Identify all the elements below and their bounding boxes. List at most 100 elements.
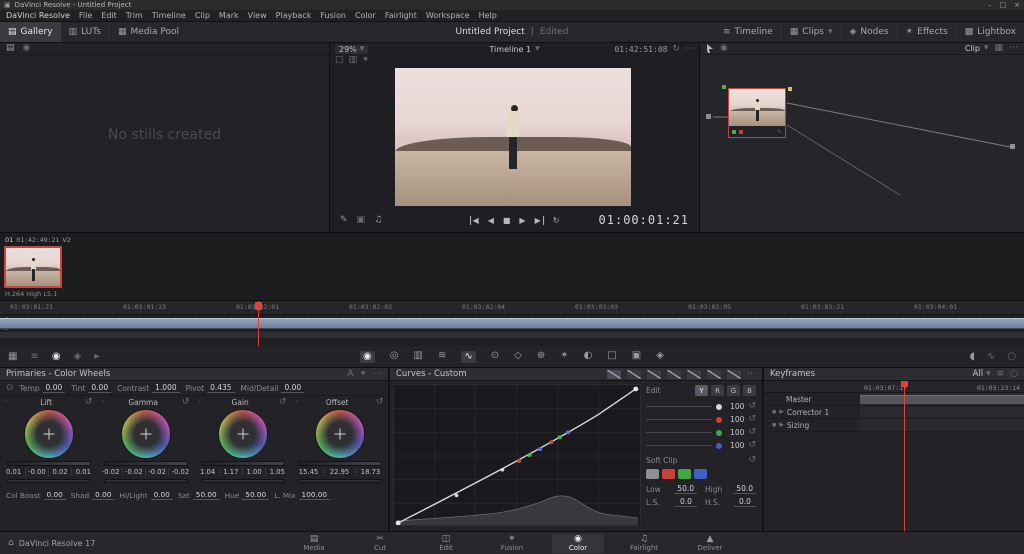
keyframe-info-icon[interactable]: ○ — [1010, 369, 1018, 379]
lift-y-value[interactable]: 0.01 — [3, 468, 25, 476]
hi-light-value[interactable]: 0.00 — [150, 490, 173, 500]
soft-clip-b-button[interactable] — [694, 469, 707, 479]
lift-r-value[interactable]: -0.00 — [24, 468, 48, 476]
node-rgb-input-dot[interactable] — [722, 85, 726, 89]
hdr-grade-tab-icon[interactable]: ◎ — [390, 350, 399, 363]
pivot-value[interactable]: 0.435 — [207, 383, 235, 393]
high-value[interactable]: 50.0 — [733, 484, 756, 494]
page-cut[interactable]: ✂ Cut — [354, 534, 406, 553]
g-gain-value[interactable]: 100 — [726, 428, 744, 437]
color-wheels-tab-icon[interactable]: ◉ — [360, 350, 375, 363]
gamma-color-wheel[interactable] — [120, 409, 171, 459]
menu-view[interactable]: View — [248, 11, 267, 20]
high-softness-value[interactable]: 0.0 — [734, 497, 756, 507]
motion-effects-tab-icon[interactable]: ≋ — [438, 350, 446, 363]
tint-value[interactable]: 0.00 — [88, 383, 112, 393]
node-output[interactable] — [1010, 144, 1015, 149]
home-icon[interactable]: ⌂ — [8, 538, 14, 548]
mid-detail-value[interactable]: 0.00 — [281, 383, 305, 393]
soft-clip-r-button[interactable] — [662, 469, 675, 479]
timeline-ruler[interactable]: 01:03:01:21 01:03:01:23 01:03:02:01 01:0… — [0, 301, 1024, 315]
auto-balance-icon[interactable]: A — [347, 369, 353, 379]
menu-workspace[interactable]: Workspace — [426, 11, 470, 20]
more-options-icon[interactable]: ⋯ — [747, 369, 756, 379]
gamma-master-wheel[interactable] — [103, 461, 188, 466]
low-softness-value[interactable]: 0.0 — [675, 497, 697, 507]
timeline-view-icon[interactable]: ≡ — [30, 351, 38, 362]
playhead-mode-icon[interactable]: ◉ — [52, 351, 61, 362]
soft-clip-g-button[interactable] — [678, 469, 691, 479]
grab-still-icon[interactable]: ◉ — [23, 44, 31, 53]
gamma-b-value[interactable]: -0.02 — [168, 468, 191, 476]
page-fusion[interactable]: ✴ Fusion — [486, 534, 538, 553]
gain-b-value[interactable]: 1.05 — [265, 468, 288, 476]
blur-tab-icon[interactable]: ◐ — [584, 350, 593, 363]
gain-g-value[interactable]: 1.00 — [242, 468, 265, 476]
viewer-zoom-select[interactable]: 29% ▾ — [335, 44, 369, 54]
minimize-icon[interactable]: – — [988, 1, 992, 9]
keyframes-playhead-flag[interactable] — [901, 381, 908, 387]
highlight-toggle-icon[interactable]: ◖ — [970, 351, 975, 362]
menu-playback[interactable]: Playback — [276, 11, 312, 20]
stereo-3d-tab-icon[interactable]: ◈ — [656, 350, 664, 363]
hue-value[interactable]: 50.00 — [242, 490, 270, 500]
keyframe-row-master[interactable]: Master — [764, 393, 1024, 406]
power-window-tab-icon[interactable]: ◇ — [514, 350, 522, 363]
gain-level-bar[interactable] — [200, 479, 285, 483]
stills-album-icon[interactable]: ▤ — [6, 44, 15, 53]
node-layout-icon[interactable]: ▦ — [994, 44, 1003, 53]
gain-y-value[interactable]: 1.04 — [197, 468, 219, 476]
offset-master-wheel[interactable] — [297, 461, 382, 466]
menu-edit[interactable]: Edit — [101, 11, 117, 20]
y-gain-value[interactable]: 100 — [726, 402, 744, 411]
maximize-icon[interactable]: □ — [1000, 1, 1007, 9]
scopes-toggle-icon[interactable]: ∿ — [987, 351, 995, 362]
timeline-toggle-button[interactable]: ≡ Timeline — [715, 22, 781, 42]
gamma-level-bar[interactable] — [103, 479, 188, 483]
curve-type-sat-vs-sat-button[interactable] — [707, 369, 721, 379]
curve-type-hue-vs-hue-button[interactable] — [627, 369, 641, 379]
lift-color-wheel[interactable] — [23, 409, 74, 459]
page-deliver[interactable]: ▲ Deliver — [684, 534, 736, 553]
timeline-playhead-flag[interactable] — [255, 302, 262, 310]
loop-mode-icon[interactable]: ↻ — [672, 44, 680, 54]
menu-fusion[interactable]: Fusion — [320, 11, 346, 20]
go-to-last-frame-button[interactable]: ▶ — [535, 215, 544, 225]
audio-mute-icon[interactable]: ♫ — [374, 215, 382, 225]
keyframe-timeline-icon[interactable]: ≡ — [997, 369, 1005, 379]
g-gain-slider[interactable] — [646, 432, 713, 433]
node-enabled-dot[interactable] — [732, 129, 736, 134]
keyframe-row-sizing[interactable]: ● ▸ Sizing — [764, 419, 1024, 432]
gamma-r-value[interactable]: -0.02 — [121, 468, 145, 476]
b-gain-slider[interactable] — [646, 445, 713, 446]
more-options-icon[interactable]: ⋯ — [1009, 44, 1018, 53]
luts-toggle-button[interactable]: ▥ LUTs — [61, 22, 109, 42]
soft-clip-reset-icon[interactable]: ↺ — [748, 456, 756, 465]
offset-color-wheel[interactable] — [314, 409, 365, 459]
pointer-tool-icon[interactable] — [706, 44, 714, 53]
lift-g-value[interactable]: 0.02 — [48, 468, 71, 476]
image-compare-icon[interactable]: ▣ — [357, 215, 366, 225]
more-options-icon[interactable]: ⋯ — [373, 369, 382, 379]
split-screen-icon[interactable]: ▥ — [349, 56, 358, 65]
gain-r-value[interactable]: 1.17 — [218, 468, 242, 476]
curve-type-hue-vs-lum-button[interactable] — [667, 369, 681, 379]
curve-type-sat-vs-lum-button[interactable] — [727, 369, 741, 379]
tracker-tab-icon[interactable]: ⊕ — [537, 350, 545, 363]
curve-editor[interactable] — [393, 384, 641, 526]
timeline-clip-bar[interactable] — [0, 318, 1024, 329]
node-key-output-dot[interactable] — [788, 87, 792, 91]
master-keyframe-bar[interactable] — [860, 395, 1024, 404]
magic-mask-tab-icon[interactable]: ✴ — [560, 350, 568, 363]
channel-r-button[interactable]: R — [711, 385, 724, 396]
page-edit[interactable]: ◫ Edit — [420, 534, 472, 553]
offset-g-value[interactable]: 22.95 — [323, 468, 355, 476]
keyframes-playhead[interactable] — [904, 381, 905, 531]
channel-b-button[interactable]: B — [743, 385, 756, 396]
menu-file[interactable]: File — [79, 11, 92, 20]
menu-timeline[interactable]: Timeline — [152, 11, 186, 20]
y-gain-slider[interactable] — [646, 406, 713, 407]
lum-mix-value[interactable]: 100.00 — [298, 490, 331, 500]
contrast-value[interactable]: 1.000 — [152, 383, 180, 393]
soft-clip-y-button[interactable] — [646, 469, 659, 479]
